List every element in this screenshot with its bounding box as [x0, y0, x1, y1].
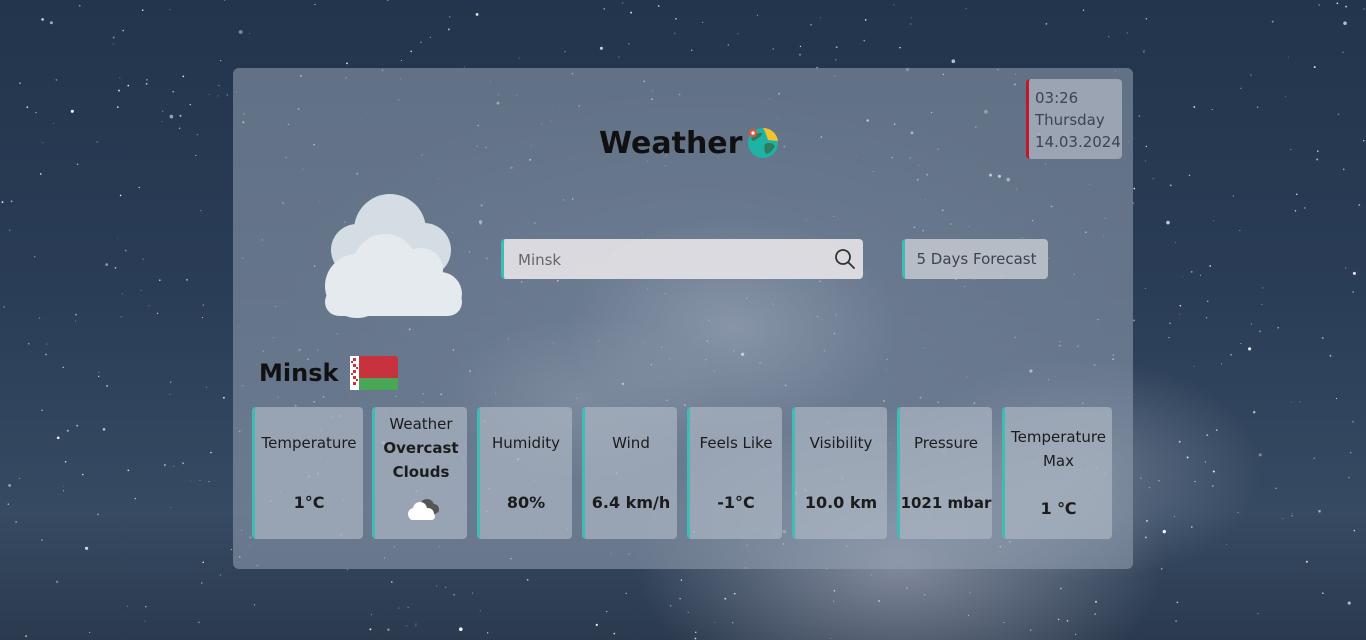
metric-temperature: Temperature 1°C [252, 407, 363, 539]
metric-label: Visibility [809, 434, 873, 452]
current-date: 14.03.2024 [1035, 133, 1121, 151]
metric-weather: Weather Overcast Clouds [372, 407, 467, 539]
app-title: Weather [599, 125, 743, 161]
metric-value: 1021 mbar [900, 494, 992, 512]
metric-wind: Wind 6.4 km/h [582, 407, 677, 539]
weather-card: 03:26 Thursday 14.03.2024 Weather Minsk … [233, 68, 1133, 569]
metric-value: 80% [506, 493, 546, 512]
city-name: Minsk [259, 359, 339, 387]
metric-label: Pressure [913, 434, 979, 452]
metric-humidity: Humidity 80% [477, 407, 572, 539]
metric-temperature-max: Temperature Max 1 ℃ [1002, 407, 1112, 539]
metrics-row: Temperature 1°C Weather Overcast Clouds [252, 407, 1114, 539]
current-day: Thursday [1035, 111, 1105, 129]
weather-cloud-icon [325, 194, 462, 318]
metric-pressure: Pressure 1021 mbar [897, 407, 992, 539]
metric-value: 1°C [293, 493, 325, 512]
metric-label: Feels Like [699, 434, 773, 452]
globe-icon [748, 127, 779, 158]
metric-value: -1°C [717, 493, 755, 512]
search-icon[interactable] [833, 247, 857, 271]
metric-label: Humidity [491, 434, 560, 452]
current-time: 03:26 [1035, 89, 1079, 107]
city-search-input[interactable] [516, 239, 820, 281]
metric-label: Temperature [261, 434, 357, 452]
metric-value: 10.0 km [804, 493, 878, 512]
metric-label: Temperature [1010, 428, 1107, 446]
datetime-panel: 03:26 Thursday 14.03.2024 [1026, 79, 1122, 159]
page-title: Weather [599, 120, 780, 166]
metric-feels-like: Feels Like -1°C [687, 407, 782, 539]
metric-label-line2: Max [1042, 452, 1074, 470]
metric-visibility: Visibility 10.0 km [792, 407, 887, 539]
five-days-forecast-button[interactable]: 5 Days Forecast [902, 239, 1048, 279]
cloud-icon [408, 499, 439, 520]
metric-label: Weather [389, 415, 453, 433]
search-box [501, 239, 863, 281]
metric-label: Wind [612, 434, 650, 452]
location-header: Minsk [259, 353, 399, 393]
metric-value: 6.4 km/h [591, 493, 671, 512]
belarus-flag-icon [350, 356, 399, 390]
metric-value: 1 ℃ [1040, 499, 1077, 518]
weather-condition-text: Overcast Clouds [383, 439, 459, 481]
